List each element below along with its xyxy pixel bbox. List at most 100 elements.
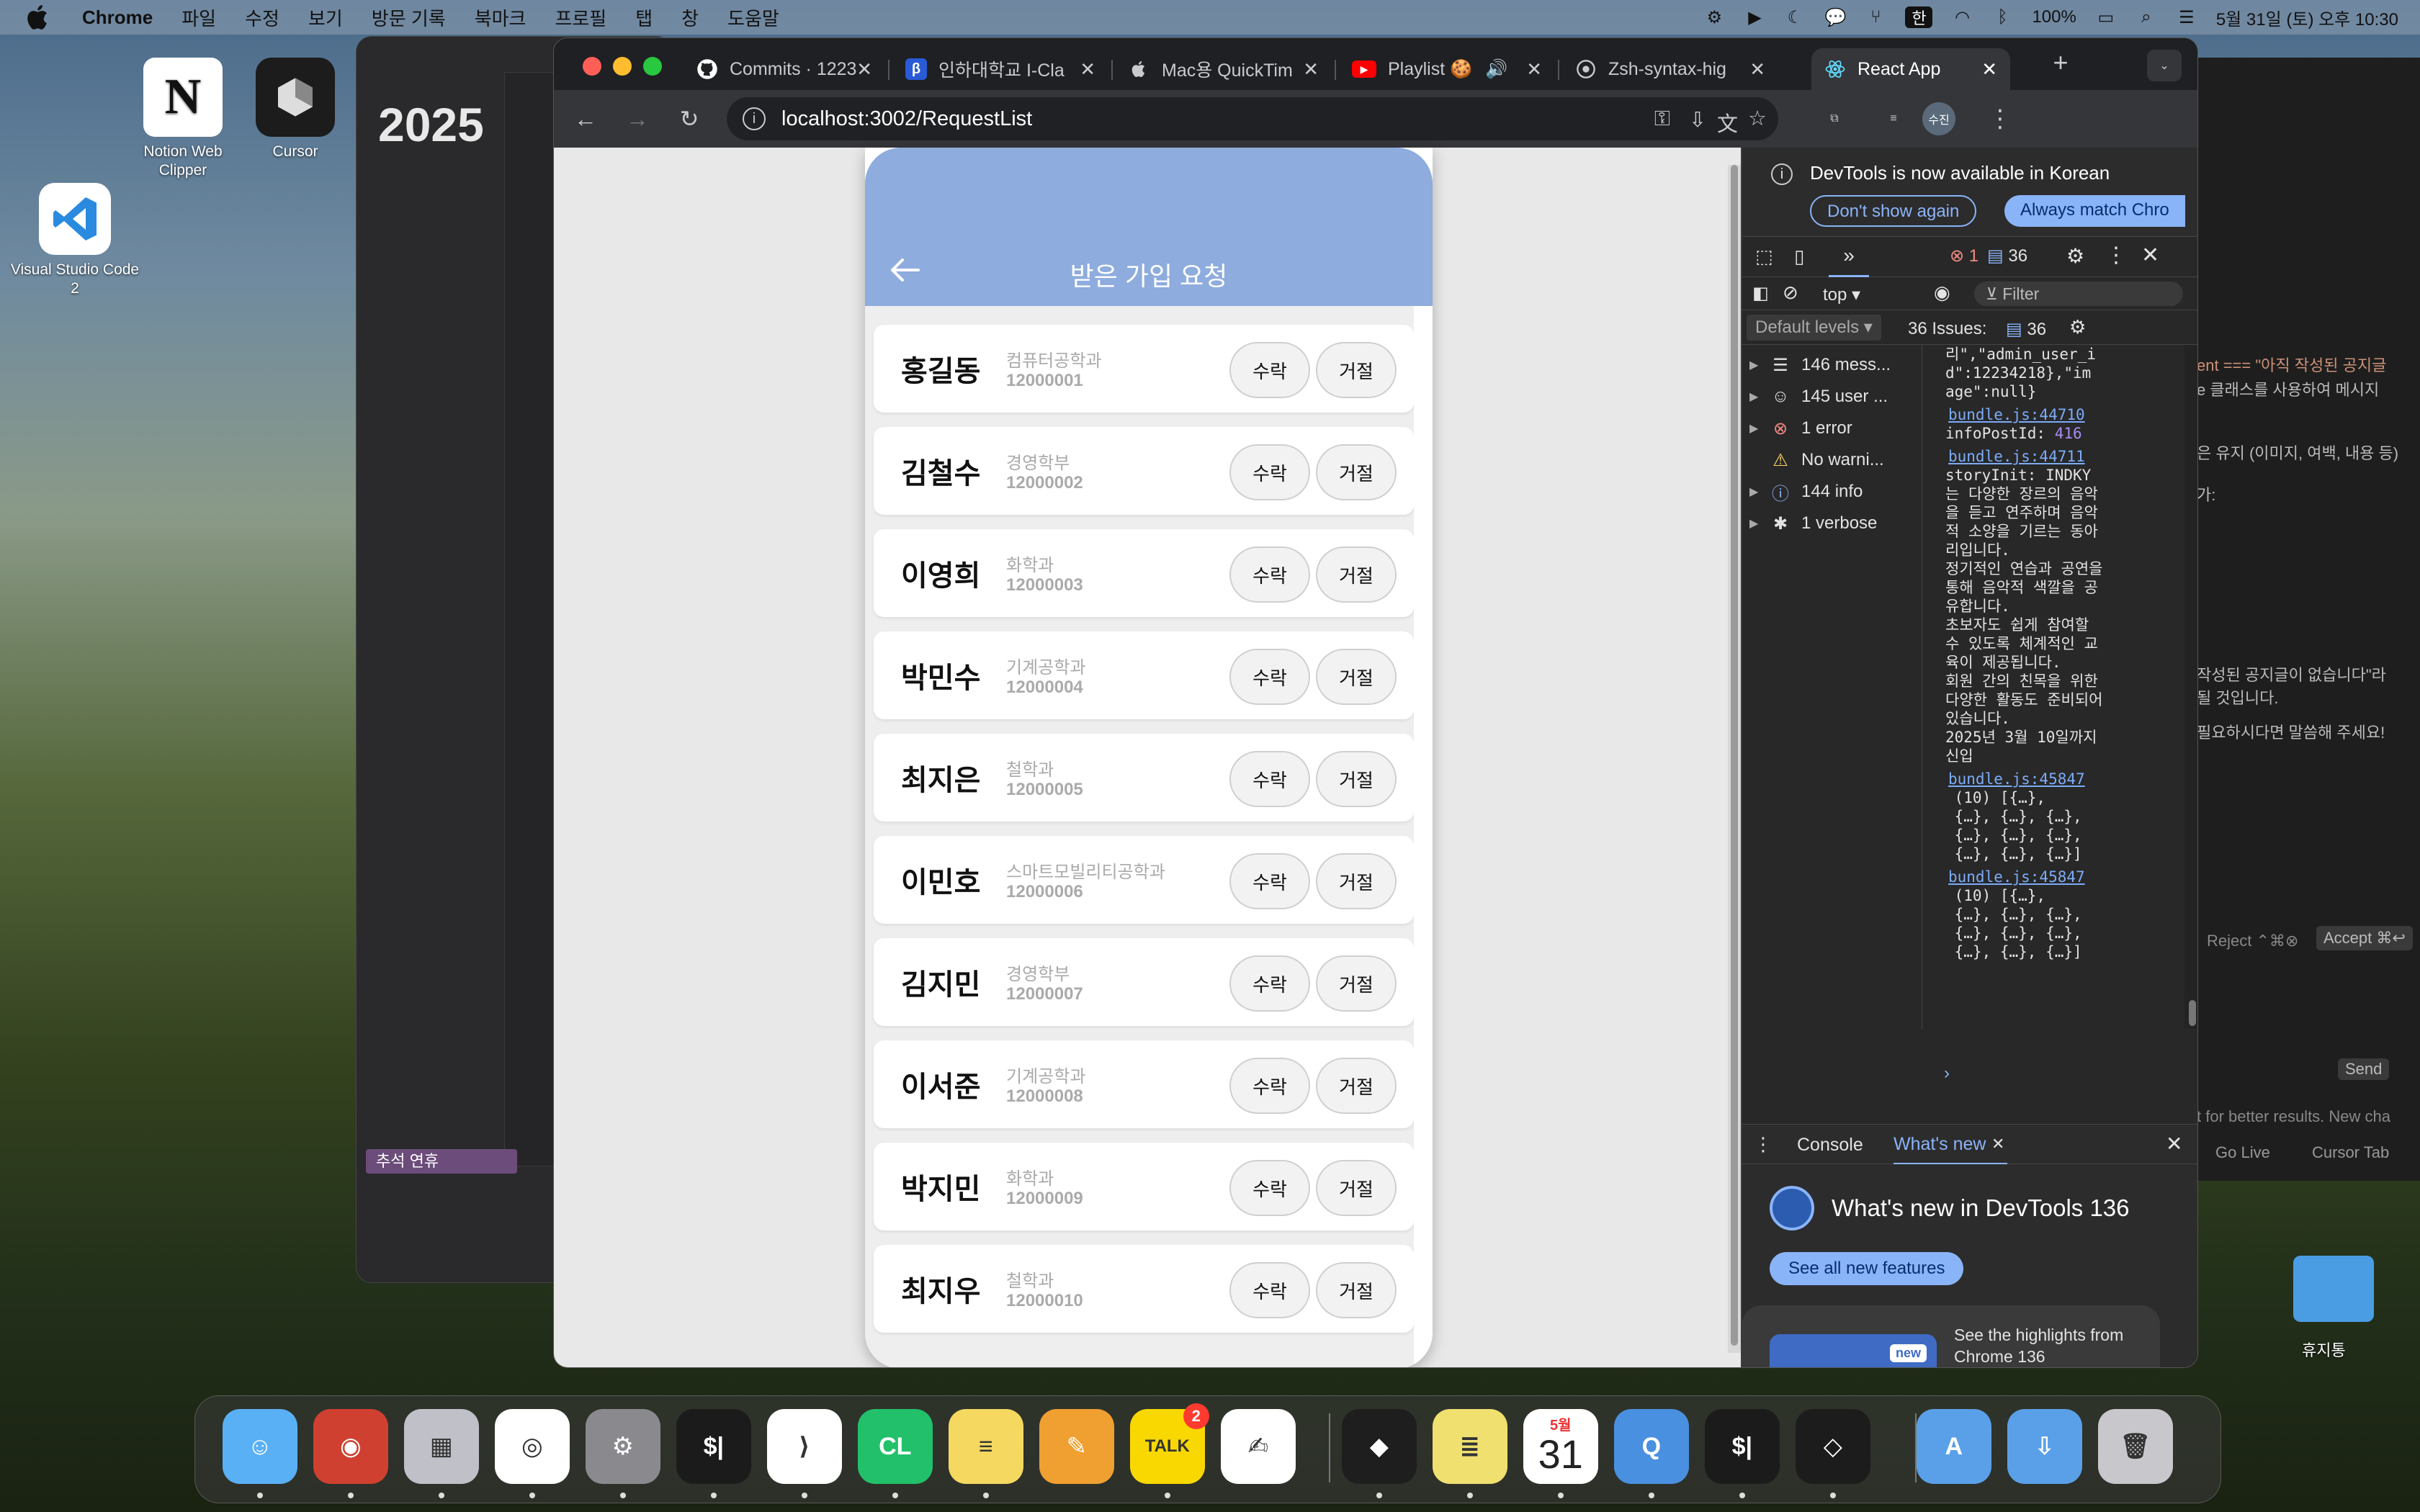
go-live-button[interactable]: Go Live <box>2215 1143 2270 1162</box>
reject-button[interactable]: 거절 <box>1316 444 1397 500</box>
desktop-vscode[interactable]: Visual Studio Code 2 <box>10 183 140 298</box>
request-list[interactable]: 홍길동 컴퓨터공학과 12000001 수락 거절 김철수 경영학부 120000… <box>865 306 1414 1367</box>
play-icon[interactable]: ▶ <box>1744 6 1765 28</box>
source-link[interactable]: bundle.js:44711 <box>1948 447 2085 466</box>
dock-vs-code-icon[interactable]: ⟩ <box>766 1409 842 1484</box>
menu-edit[interactable]: 수정 <box>245 4 279 31</box>
zoom-window-button[interactable] <box>643 57 662 76</box>
more-tabs-icon[interactable]: » <box>1829 237 1869 277</box>
close-tab-icon[interactable]: ✕ <box>1526 58 1542 81</box>
accept-button[interactable]: 수락 <box>1229 1160 1310 1216</box>
bluetooth-icon[interactable]: ᛒ <box>1991 6 2013 28</box>
issues-count-badge[interactable]: ▤ 36 <box>2006 319 2046 340</box>
page-scrollbar[interactable] <box>1728 165 1741 1353</box>
accept-button[interactable]: 수락 <box>1229 342 1310 398</box>
accept-button[interactable]: 수락 <box>1229 853 1310 909</box>
drawer-menu-icon[interactable]: ⋮ <box>1754 1133 1773 1156</box>
dock-finder-icon[interactable]: ☺ <box>222 1409 297 1484</box>
sidebar-messages[interactable]: ▶ ☰ 146 mess... <box>1749 351 1891 379</box>
background-editor-window[interactable]: ent === "아직 작성된 공지글 e 클래스를 사용하여 메시지 은 유지… <box>2190 58 2420 1181</box>
issues-label[interactable]: 36 Issues: <box>1908 319 1986 339</box>
device-toolbar-icon[interactable]: ▯ <box>1794 246 1804 268</box>
dont-show-again-button[interactable]: Don't show again <box>1810 195 1977 227</box>
reject-button[interactable]: 거절 <box>1316 342 1397 398</box>
tab-youtube[interactable]: ▶ Playlist 🍪 🔊 ✕ <box>1339 48 1555 90</box>
close-tab-icon[interactable]: ✕ <box>1080 58 1095 81</box>
drawer-tab-whats-new[interactable]: What's new ✕ <box>1894 1125 2008 1165</box>
send-button[interactable]: Send <box>2338 1058 2390 1080</box>
menu-profiles[interactable]: 프로필 <box>555 4 606 31</box>
dock-applications-icon[interactable]: A <box>1916 1409 1991 1484</box>
context-select[interactable]: top ▾ <box>1823 284 1860 305</box>
menu-tab[interactable]: 탭 <box>635 4 653 31</box>
menu-bookmarks[interactable]: 북마크 <box>475 4 526 31</box>
dock-cursor-icon[interactable]: ◇ <box>1795 1409 1870 1484</box>
chat-icon[interactable]: 💬 <box>1824 6 1846 28</box>
password-key-icon[interactable]: ⚿ <box>1654 107 1670 131</box>
log-levels-select[interactable]: Default levels ▾ <box>1747 315 1881 341</box>
close-tab-icon[interactable]: ✕ <box>1749 58 1765 81</box>
tab-quicktime[interactable]: Mac용 QuickTim ✕ <box>1116 48 1332 90</box>
media-controls-icon[interactable]: ≡ <box>1881 106 1906 132</box>
accept-button[interactable]: 수락 <box>1229 955 1310 1012</box>
reject-button[interactable]: 거절 <box>1316 1058 1397 1114</box>
console-prompt-icon[interactable]: › <box>1944 1063 1950 1084</box>
reject-button[interactable]: 거절 <box>1316 853 1397 909</box>
console-filter-input[interactable]: ⊻ Filter <box>1974 282 2183 306</box>
chrome-menu-icon[interactable]: ⋮ <box>1987 105 2013 132</box>
accept-button[interactable]: 수락 <box>1229 546 1310 603</box>
new-tab-icon[interactable]: + <box>2048 48 2074 77</box>
tab-search-icon[interactable]: ⌄ <box>2147 50 2182 81</box>
dock-notes-icon[interactable]: ≡ <box>948 1409 1023 1484</box>
sidebar-user-messages[interactable]: ▶ ☺ 145 user ... <box>1749 382 1888 411</box>
reject-button[interactable]: 거절 <box>1316 546 1397 603</box>
vpn-icon[interactable]: ⚙ <box>1703 6 1725 28</box>
dock-downloads-icon[interactable]: ⇩ <box>2007 1409 2082 1484</box>
settings-gear-icon[interactable]: ⚙ <box>2066 244 2084 268</box>
extensions-icon[interactable]: ⧉ <box>1821 106 1847 132</box>
drawer-tab-console[interactable]: Console <box>1797 1135 1863 1156</box>
dock-clion-icon[interactable]: CL <box>857 1409 933 1484</box>
wifi-icon[interactable]: ◠ <box>1951 6 1973 28</box>
dock-stickies-icon[interactable]: ≣ <box>1432 1409 1507 1484</box>
tab-react-app[interactable]: React App ✕ <box>1811 48 2010 90</box>
desktop-cursor[interactable]: Cursor <box>230 58 360 161</box>
bookmark-star-icon[interactable]: ☆ <box>1748 106 1767 131</box>
speaker-icon[interactable]: 🔊 <box>1485 59 1507 80</box>
minimize-window-button[interactable] <box>613 57 632 76</box>
active-app-name[interactable]: Chrome <box>82 6 153 29</box>
dock-kakaotalk-icon[interactable]: TALK 2 <box>1129 1403 1209 1484</box>
tab-inha[interactable]: β 인하대학교 I-Cla ✕ <box>892 48 1108 90</box>
dock-pages-icon[interactable]: ✎ <box>1039 1409 1114 1484</box>
input-source-icon[interactable]: 한 <box>1905 6 1933 28</box>
dock-iterm-icon[interactable]: $| <box>1704 1409 1780 1484</box>
close-window-button[interactable] <box>583 57 601 76</box>
always-match-button[interactable]: Always match Chro <box>2004 195 2185 227</box>
moon-icon[interactable]: ☾ <box>1784 6 1806 28</box>
live-expression-icon[interactable]: ◉ <box>1934 282 1950 304</box>
translate-icon[interactable]: 文 <box>1717 107 1738 138</box>
dock-launchpad-icon[interactable]: ▦ <box>403 1409 479 1484</box>
console-scrollbar[interactable] <box>2184 345 2197 1029</box>
sidebar-errors[interactable]: ▶ ⊗ 1 error <box>1749 414 1852 443</box>
accept-button[interactable]: 수락 <box>1229 751 1310 807</box>
sidebar-toggle-icon[interactable]: ◧ <box>1752 283 1769 304</box>
dock-calendar-icon[interactable]: 5월 31 <box>1523 1409 1598 1484</box>
forward-icon[interactable]: → <box>624 106 650 132</box>
close-tab-icon[interactable]: ✕ <box>1303 58 1319 81</box>
reload-icon[interactable]: ↻ <box>676 106 702 132</box>
calendar-event-chip[interactable]: 추석 연휴 <box>366 1149 517 1174</box>
reject-button[interactable]: 거절 <box>1316 1262 1397 1318</box>
desktop-notion-clipper[interactable]: N Notion Web Clipper <box>118 58 248 180</box>
reject-button[interactable]: 거절 <box>1316 649 1397 705</box>
desktop-folder-icon[interactable] <box>2293 1256 2374 1322</box>
tab-zsh[interactable]: Zsh-syntax-hig ✕ <box>1562 48 1778 90</box>
sidebar-verbose[interactable]: ▶ ✱ 1 verbose <box>1749 509 1877 538</box>
devtools-menu-icon[interactable]: ⋮ <box>2105 243 2127 268</box>
control-center-icon[interactable]: ☰ <box>2176 6 2197 28</box>
dock-trash-icon[interactable]: 🗑 <box>2097 1409 2173 1484</box>
close-drawer-tab-icon[interactable]: ✕ <box>1991 1125 2004 1164</box>
apple-menu-icon[interactable] <box>24 3 53 32</box>
close-tab-icon[interactable]: ✕ <box>1981 58 1997 81</box>
reject-button[interactable]: 거절 <box>1316 955 1397 1012</box>
